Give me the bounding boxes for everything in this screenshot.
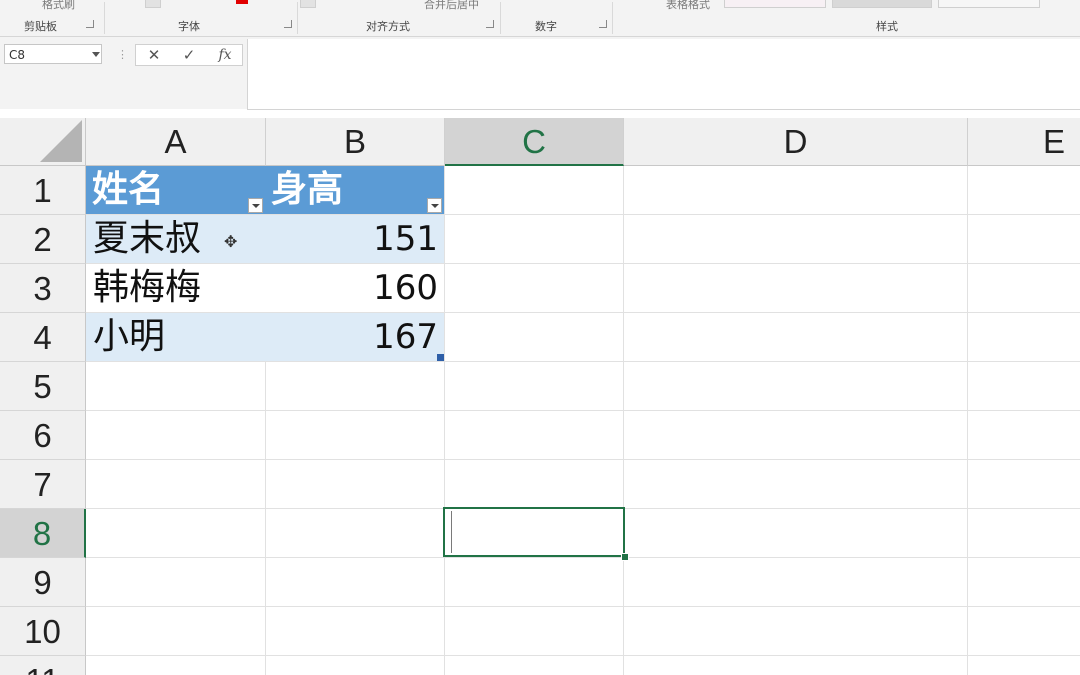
fill-handle[interactable] bbox=[621, 553, 629, 561]
column-header-a[interactable]: A bbox=[86, 118, 266, 166]
gridline bbox=[86, 557, 1080, 558]
column-header-c[interactable]: C bbox=[445, 118, 624, 166]
gridline bbox=[623, 166, 624, 675]
formula-buttons: ✕ ✓ fx bbox=[135, 44, 243, 66]
gridline bbox=[86, 655, 1080, 656]
group-divider bbox=[500, 2, 501, 34]
table-header-name[interactable]: 姓名 bbox=[86, 166, 265, 214]
alignment-group-label: 对齐方式 bbox=[366, 20, 410, 33]
clipboard-group-label: 剪贴板 bbox=[24, 20, 57, 33]
row-header-5[interactable]: 5 bbox=[0, 362, 86, 411]
font-group-label: 字体 bbox=[178, 20, 200, 33]
style-gallery-item[interactable] bbox=[724, 0, 826, 8]
table-cell-name[interactable]: 小明 bbox=[86, 313, 265, 361]
row-header-4[interactable]: 4 bbox=[0, 313, 86, 362]
row-header-8[interactable]: 8 bbox=[0, 509, 86, 558]
row-header-9[interactable]: 9 bbox=[0, 558, 86, 607]
select-all-button[interactable] bbox=[0, 118, 86, 166]
gridline bbox=[86, 606, 1080, 607]
number-launcher-icon[interactable] bbox=[599, 20, 607, 28]
filter-dropdown-icon[interactable] bbox=[427, 198, 442, 213]
row-header-10[interactable]: 10 bbox=[0, 607, 86, 656]
plus-cross-cursor-icon: ✥ bbox=[224, 232, 238, 251]
styles-group-label: 样式 bbox=[876, 20, 898, 33]
group-divider bbox=[297, 2, 298, 34]
row-header-3[interactable]: 3 bbox=[0, 264, 86, 313]
group-divider bbox=[612, 2, 613, 34]
style-gallery-item[interactable] bbox=[938, 0, 1040, 8]
ribbon: 格式刷 合并后居中 表格格式 剪贴板 字体 对齐方式 数字 样式 bbox=[0, 0, 1080, 37]
worksheet-grid[interactable]: A B C D E 1 2 3 4 5 6 7 8 9 10 11 姓名 身高 … bbox=[0, 110, 1080, 675]
insert-function-icon[interactable]: fx bbox=[210, 46, 240, 64]
clipboard-launcher-icon[interactable] bbox=[86, 20, 94, 28]
table-cell-name[interactable]: 韩梅梅 bbox=[86, 264, 265, 312]
gridline bbox=[967, 166, 968, 675]
row-header-1[interactable]: 1 bbox=[0, 166, 86, 215]
group-divider bbox=[104, 2, 105, 34]
align-left-button[interactable] bbox=[300, 0, 316, 8]
splitter-dots-icon[interactable]: ⋮ bbox=[117, 48, 128, 61]
gridline bbox=[444, 166, 445, 675]
row-header-2[interactable]: 2 bbox=[0, 215, 86, 264]
table-resize-handle[interactable] bbox=[437, 354, 444, 361]
text-caret bbox=[451, 511, 452, 553]
chevron-down-icon[interactable] bbox=[92, 52, 100, 57]
cancel-icon[interactable]: ✕ bbox=[139, 46, 169, 64]
check-icon[interactable]: ✓ bbox=[174, 46, 204, 64]
gridline bbox=[86, 361, 1080, 362]
name-box[interactable]: C8 bbox=[4, 44, 102, 64]
column-header-e[interactable]: E bbox=[968, 118, 1080, 166]
table-cell-name[interactable]: 夏末叔 bbox=[86, 215, 265, 263]
number-group-label: 数字 bbox=[535, 20, 557, 33]
gridline bbox=[86, 410, 1080, 411]
alignment-launcher-icon[interactable] bbox=[486, 20, 494, 28]
table-cell-height[interactable]: 151 bbox=[265, 215, 444, 263]
merge-center-button[interactable]: 合并后居中 bbox=[424, 0, 479, 12]
column-header-d[interactable]: D bbox=[624, 118, 968, 166]
select-all-triangle-icon bbox=[40, 120, 82, 162]
font-launcher-icon[interactable] bbox=[284, 20, 292, 28]
filter-dropdown-icon[interactable] bbox=[248, 198, 263, 213]
formula-bar: C8 ⋮ ✕ ✓ fx bbox=[0, 37, 1080, 110]
table-cell-height[interactable]: 167 bbox=[265, 313, 444, 361]
table-cell-height[interactable]: 160 bbox=[265, 264, 444, 312]
table-header-height[interactable]: 身高 bbox=[265, 166, 444, 214]
font-color-swatch[interactable] bbox=[236, 0, 248, 4]
gridline bbox=[86, 459, 1080, 460]
formula-input[interactable] bbox=[247, 39, 1080, 110]
column-header-b[interactable]: B bbox=[266, 118, 445, 166]
table-format-button[interactable]: 表格格式 bbox=[666, 0, 710, 12]
row-header-7[interactable]: 7 bbox=[0, 460, 86, 509]
format-painter-button[interactable]: 格式刷 bbox=[42, 0, 75, 12]
row-header-11[interactable]: 11 bbox=[0, 656, 86, 675]
row-header-6[interactable]: 6 bbox=[0, 411, 86, 460]
style-gallery-item[interactable] bbox=[832, 0, 932, 8]
active-cell-c8[interactable] bbox=[443, 507, 625, 557]
font-size-up-button[interactable] bbox=[145, 0, 161, 8]
